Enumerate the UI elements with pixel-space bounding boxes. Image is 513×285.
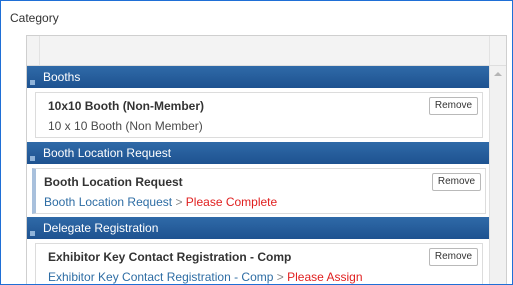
item-description: 10 x 10 Booth (Non Member) (48, 119, 203, 133)
group-label: Delegate Registration (43, 221, 159, 235)
item-name: Booth Location Request (44, 175, 183, 189)
breadcrumb-separator: > (276, 270, 284, 284)
collapse-icon[interactable] (30, 80, 35, 85)
status-text: Please Assign (287, 270, 363, 284)
item-subline: Booth Location Request > Please Complete (44, 195, 277, 209)
column-header-divider (489, 36, 490, 65)
list-item-key-contact-registration: Exhibitor Key Contact Registration - Com… (35, 243, 483, 284)
vertical-scrollbar[interactable] (489, 66, 506, 284)
item-link[interactable]: Booth Location Request (44, 195, 172, 209)
remove-button[interactable]: Remove (429, 248, 478, 266)
item-subline: Exhibitor Key Contact Registration - Com… (48, 270, 363, 284)
item-name: 10x10 Booth (Non-Member) (48, 99, 205, 113)
group-label: Booth Location Request (43, 146, 172, 160)
collapse-icon[interactable] (30, 231, 35, 236)
group-header-booth-location-request[interactable]: Booth Location Request (27, 142, 489, 164)
grid-column-header (27, 36, 506, 66)
group-header-delegate-registration[interactable]: Delegate Registration (27, 217, 489, 239)
status-text: Please Complete (185, 195, 278, 209)
category-grid: Booths 10x10 Booth (Non-Member) 10 x 10 … (26, 35, 507, 284)
remove-button[interactable]: Remove (429, 97, 478, 115)
list-item-booth-location-request: Booth Location Request Booth Location Re… (32, 168, 486, 214)
breadcrumb-separator: > (175, 195, 183, 209)
item-link[interactable]: Exhibitor Key Contact Registration - Com… (48, 270, 273, 284)
scroll-up-arrow-icon[interactable] (494, 72, 502, 76)
group-header-booths[interactable]: Booths (27, 66, 489, 88)
column-header-expander (27, 36, 40, 65)
collapse-icon[interactable] (30, 156, 35, 161)
item-name: Exhibitor Key Contact Registration - Com… (48, 250, 292, 264)
group-label: Booths (43, 70, 81, 84)
list-item-booth: 10x10 Booth (Non-Member) 10 x 10 Booth (… (35, 92, 483, 138)
remove-button[interactable]: Remove (432, 173, 481, 191)
category-title: Category (10, 11, 59, 25)
category-frame: Category Booths 10x10 Booth (Non-Member)… (0, 0, 513, 285)
